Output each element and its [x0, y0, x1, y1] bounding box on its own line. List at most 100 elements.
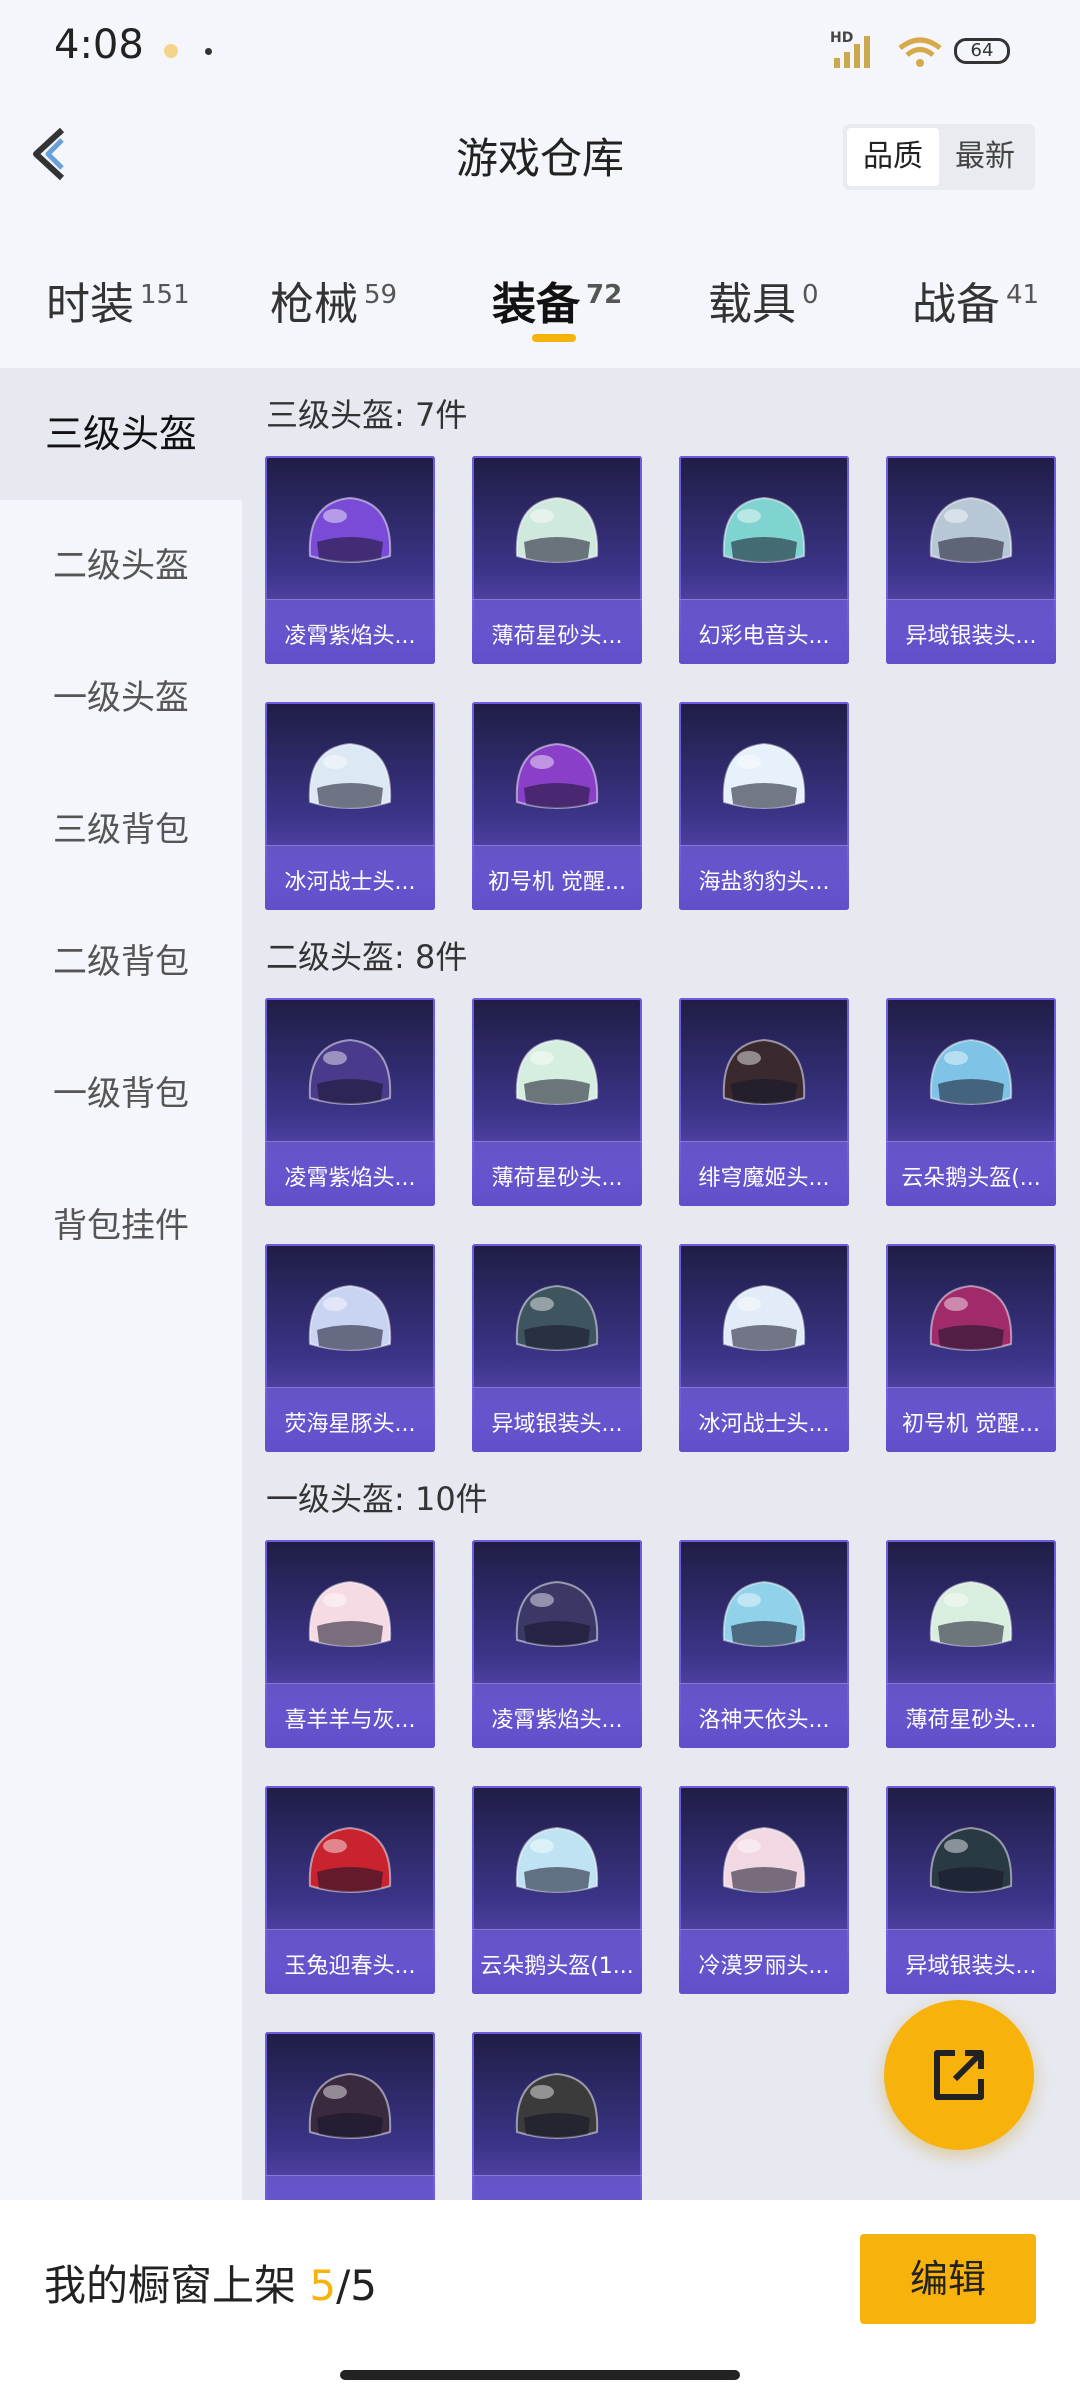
helmet-icon — [515, 1284, 599, 1351]
item-name: 荧海星豚头... — [284, 1412, 416, 1437]
item-card[interactable]: 初号机 觉醒... — [886, 1244, 1056, 1452]
sort-quality-button[interactable]: 品质 — [847, 128, 939, 186]
home-indicator — [340, 2370, 740, 2380]
item-card[interactable]: 薄荷星砂头... — [472, 998, 642, 1206]
item-card[interactable]: 荧海星豚头... — [265, 1244, 435, 1452]
sidebar-item-level1-helmet[interactable]: 一级头盔 — [0, 632, 242, 764]
item-card[interactable]: 冷漠罗丽头... — [679, 1786, 849, 1994]
item-card[interactable]: 云朵鹅头盔(1... — [472, 1786, 642, 1994]
tab-label: 时装 — [46, 279, 134, 330]
item-name: 幻彩电音头... — [698, 624, 830, 649]
edit-button[interactable]: 编辑 — [860, 2234, 1036, 2324]
tab-count: 72 — [586, 280, 623, 311]
item-card[interactable]: 异域银装头... — [886, 1786, 1056, 1994]
sort-toggle: 品质 最新 — [843, 124, 1035, 190]
notification-dot — [164, 44, 178, 58]
item-card[interactable]: 云朵鹅头盔(... — [886, 998, 1056, 1206]
section-title: 三级头盔: 7件 — [266, 396, 468, 434]
back-arrow-icon[interactable] — [26, 124, 76, 184]
sidebar-item-level2-helmet[interactable]: 二级头盔 — [0, 500, 242, 632]
item-card[interactable]: 初号机 觉醒... — [472, 702, 642, 910]
helmet-icon — [929, 1580, 1013, 1647]
item-card[interactable]: 凌霄紫焰头... — [265, 456, 435, 664]
item-name: 玉兔迎春头... — [284, 1954, 416, 1979]
item-name: 云朵鹅头盔(1... — [480, 1954, 634, 1979]
showcase-total: /5 — [336, 2261, 377, 2310]
item-name: 异域银装头... — [905, 624, 1037, 649]
helmet-icon — [929, 1826, 1013, 1893]
sidebar-item-level2-backpack[interactable]: 二级背包 — [0, 896, 242, 1028]
sidebar-item-level3-backpack[interactable]: 三级背包 — [0, 764, 242, 896]
tab-label: 战备 — [912, 279, 1000, 330]
wifi-icon — [898, 37, 942, 67]
helmet-icon — [308, 1826, 392, 1893]
item-card[interactable]: 凌霄紫焰头... — [265, 998, 435, 1206]
helmet-icon — [308, 2072, 392, 2139]
battery-indicator: 64 — [954, 38, 1010, 64]
helmet-icon — [308, 496, 392, 563]
share-icon — [934, 2050, 984, 2100]
helmet-icon — [929, 496, 1013, 563]
helmet-icon — [722, 742, 806, 809]
item-name: 冰河战士头... — [698, 1412, 830, 1437]
sidebar-item-backpack-charm[interactable]: 背包挂件 — [0, 1160, 242, 1292]
item-card[interactable]: 绯穹魔姬头... — [679, 998, 849, 1206]
helmet-icon — [308, 1284, 392, 1351]
item-card[interactable]: 薄荷星砂头... — [472, 456, 642, 664]
item-card[interactable]: 冰河战士头... — [265, 702, 435, 910]
sidebar-item-level3-helmet[interactable]: 三级头盔 — [0, 368, 242, 500]
tab-vehicles[interactable]: 载具 0 — [708, 268, 819, 332]
helmet-icon — [308, 1580, 392, 1647]
helmet-icon — [515, 2072, 599, 2139]
item-card[interactable]: 幻彩电音头... — [679, 456, 849, 664]
item-grid: 三级头盔: 7件 二级头盔: 8件 一级头盔: 10件 凌霄紫焰头... 薄荷星砂… — [242, 368, 1080, 2200]
tab-gear[interactable]: 战备 41 — [912, 268, 1039, 332]
showcase-status: 我的橱窗上架 5/5 — [44, 2252, 377, 2313]
tab-label: 枪械 — [270, 279, 358, 330]
helmet-icon — [515, 1826, 599, 1893]
item-card[interactable]: 凌霄紫焰头... — [472, 1540, 642, 1748]
item-name: 凌霄紫焰头... — [284, 1166, 416, 1191]
sidebar-item-level1-backpack[interactable]: 一级背包 — [0, 1028, 242, 1160]
item-name: 冰河战士头... — [284, 870, 416, 895]
item-name: 洛神天依头... — [698, 1708, 830, 1733]
helmet-icon — [515, 496, 599, 563]
helmet-icon — [722, 1284, 806, 1351]
notification-dot-small — [205, 48, 212, 55]
item-card[interactable]: 异域银装头... — [472, 1244, 642, 1452]
tab-fashion[interactable]: 时装 151 — [46, 268, 190, 332]
item-name: 初号机 觉醒... — [488, 870, 626, 895]
item-card[interactable]: 洛神天依头... — [679, 1540, 849, 1748]
share-button[interactable] — [884, 2000, 1034, 2150]
item-card[interactable]: 薄荷星砂头... — [886, 1540, 1056, 1748]
item-name: 云朵鹅头盔(... — [901, 1166, 1041, 1191]
tab-count: 151 — [140, 280, 190, 311]
tab-count: 41 — [1006, 280, 1040, 311]
item-card[interactable]: 玉兔迎春头... — [265, 1786, 435, 1994]
helmet-icon — [515, 742, 599, 809]
item-name: 异域银装头... — [905, 1954, 1037, 1979]
item-card[interactable]: 星空咏叹调... — [265, 2032, 435, 2200]
helmet-icon — [308, 1038, 392, 1105]
showcase-current: 5 — [309, 2261, 337, 2310]
helmet-icon — [722, 1826, 806, 1893]
item-name: 初号机 觉醒... — [902, 1412, 1040, 1437]
item-card[interactable]: 异域银装头... — [886, 456, 1056, 664]
status-bar: 4:08 HD 64 — [0, 0, 1080, 100]
section-title: 一级头盔: 10件 — [266, 1480, 488, 1518]
item-card[interactable]: 喜羊羊与灰... — [265, 1540, 435, 1748]
tab-label: 装备 — [492, 279, 580, 330]
item-name: 海盐豹豹头... — [698, 870, 830, 895]
item-card[interactable]: 冰河战士头... — [679, 1244, 849, 1452]
sort-latest-button[interactable]: 最新 — [939, 128, 1031, 186]
item-card[interactable]: 镭竞头盔(1级) — [472, 2032, 642, 2200]
item-name: 绯穹魔姬头... — [698, 1166, 830, 1191]
item-card[interactable]: 海盐豹豹头... — [679, 702, 849, 910]
tab-equipment[interactable]: 装备 72 — [492, 268, 622, 332]
tab-label: 载具 — [708, 279, 796, 330]
sidebar: 三级头盔 二级头盔 一级头盔 三级背包 二级背包 一级背包 背包挂件 — [0, 368, 242, 2200]
helmet-icon — [515, 1038, 599, 1105]
tab-guns[interactable]: 枪械 59 — [270, 268, 397, 332]
showcase-label: 我的橱窗上架 — [44, 2261, 297, 2310]
helmet-icon — [308, 742, 392, 809]
